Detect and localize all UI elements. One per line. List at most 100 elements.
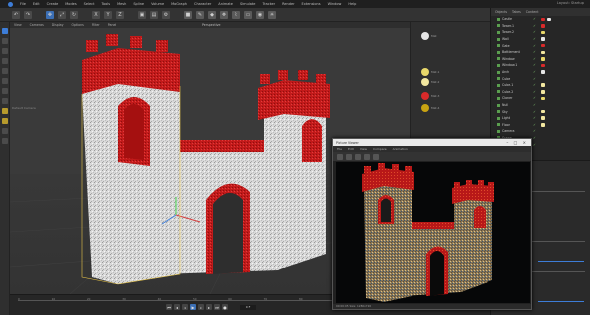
visible-check-icon[interactable]: ✓ (533, 57, 536, 61)
object-row[interactable]: Wall ✓ (491, 36, 590, 43)
visible-check-icon[interactable]: ✓ (533, 123, 536, 127)
object-row[interactable]: Cube ✓ (491, 75, 590, 82)
pv-zoom-icon[interactable] (364, 153, 370, 160)
visible-check-icon[interactable]: ✓ (533, 143, 536, 147)
record-icon[interactable]: ● (222, 304, 228, 310)
light-icon[interactable]: ☀ (268, 10, 276, 19)
cube-primitive-icon[interactable]: ■ (184, 10, 192, 19)
visible-check-icon[interactable]: ✓ (533, 110, 536, 114)
visible-check-icon[interactable]: ✓ (533, 63, 536, 67)
pv-menu-view[interactable]: View (360, 147, 367, 151)
visible-check-icon[interactable]: ✓ (533, 70, 536, 74)
menu-tracker[interactable]: Tracker (262, 2, 275, 6)
timeline-ruler[interactable]: 0 10 20 30 40 50 60 70 80 90 (18, 297, 338, 301)
menu-help[interactable]: Help (348, 2, 356, 6)
locked-workplane-icon[interactable] (1, 118, 8, 124)
snap-icon[interactable] (1, 98, 8, 104)
tab-objects[interactable]: Objects (495, 10, 507, 14)
menu-spline[interactable]: Spline (133, 2, 144, 6)
object-row[interactable]: Window ✓ (491, 56, 590, 63)
deformer-icon[interactable]: ⌇ (232, 10, 240, 19)
visible-check-icon[interactable]: ✓ (533, 116, 536, 120)
select-tool-icon[interactable] (1, 28, 8, 34)
menu-window[interactable]: Window (328, 2, 342, 6)
visible-check-icon[interactable]: ✓ (533, 83, 536, 87)
previous-key-icon[interactable]: ◂ (174, 304, 180, 310)
object-row[interactable]: Camera ✓ (491, 128, 590, 135)
material-swatch-1[interactable] (421, 68, 429, 76)
next-frame-icon[interactable]: ▹ (198, 304, 204, 310)
object-row[interactable]: Sky ✓ (491, 108, 590, 115)
visible-check-icon[interactable]: ✓ (533, 50, 536, 54)
model-mode-icon[interactable] (1, 68, 8, 74)
object-row[interactable]: Cube.1 ✓ (491, 82, 590, 89)
menu-render[interactable]: Render (282, 2, 294, 6)
pv-stop-icon[interactable] (346, 153, 352, 160)
rotate-tool-icon[interactable]: ↻ (70, 10, 78, 19)
floor-icon[interactable]: ▭ (244, 10, 252, 19)
redo-icon[interactable]: ↷ (24, 10, 32, 19)
subdivision-icon[interactable]: ◆ (208, 10, 216, 19)
material-swatch-0[interactable] (421, 32, 429, 40)
menu-extensions[interactable]: Extensions (302, 2, 321, 6)
material-swatch-4[interactable] (421, 104, 429, 112)
object-row[interactable]: Tower.2 ✓ (491, 29, 590, 36)
visible-check-icon[interactable]: ✓ (533, 24, 536, 28)
pv-menu-edit[interactable]: Edit (348, 147, 354, 151)
cloner-icon[interactable]: ❖ (220, 10, 228, 19)
visible-check-icon[interactable]: ✓ (533, 136, 536, 140)
visible-check-icon[interactable]: ✓ (533, 129, 536, 133)
pv-save-icon[interactable] (355, 153, 361, 160)
axis-mode-icon[interactable] (1, 88, 8, 94)
object-row[interactable]: Window.1 ✓ (491, 62, 590, 69)
render-settings-icon[interactable]: ⚙ (162, 10, 170, 19)
picture-viewer-titlebar[interactable]: Picture Viewer – □ × (333, 139, 531, 146)
render-picture-viewer-icon[interactable]: ▤ (150, 10, 158, 19)
polygons-mode-icon[interactable] (1, 58, 8, 64)
next-key-icon[interactable]: ▸ (206, 304, 212, 310)
menu-mograph[interactable]: MoGraph (171, 2, 187, 6)
workplane-icon[interactable] (1, 108, 8, 114)
attribute-slider[interactable] (538, 301, 584, 302)
pv-fit-icon[interactable] (373, 153, 379, 160)
object-row[interactable]: Arch ✓ (491, 69, 590, 76)
magnet-icon[interactable] (1, 138, 8, 144)
previous-frame-icon[interactable]: ◃ (182, 304, 188, 310)
pv-menu-animation[interactable]: Animation (393, 147, 408, 151)
move-tool-icon[interactable]: ✥ (46, 10, 54, 19)
object-row[interactable]: Floor ✓ (491, 122, 590, 129)
z-axis-icon[interactable]: Z (116, 10, 124, 19)
points-mode-icon[interactable] (1, 38, 8, 44)
render-view-icon[interactable]: ▣ (138, 10, 146, 19)
visible-check-icon[interactable]: ✓ (533, 90, 536, 94)
menu-simulate[interactable]: Simulate (240, 2, 255, 6)
solo-icon[interactable] (1, 128, 8, 134)
object-row[interactable]: Battlement ✓ (491, 49, 590, 56)
menu-animate[interactable]: Animate (218, 2, 233, 6)
menu-file[interactable]: File (20, 2, 26, 6)
object-row[interactable]: Cloner ✓ (491, 95, 590, 102)
menu-character[interactable]: Character (194, 2, 211, 6)
visible-check-icon[interactable]: ✓ (533, 37, 536, 41)
tab-takes[interactable]: Takes (512, 10, 521, 14)
menu-create[interactable]: Create (47, 2, 59, 6)
menu-modes[interactable]: Modes (65, 2, 76, 6)
object-row[interactable]: Cube.2 ✓ (491, 89, 590, 96)
attribute-slider[interactable] (538, 261, 584, 262)
menu-edit[interactable]: Edit (33, 2, 40, 6)
material-swatch-3[interactable] (421, 92, 429, 100)
menu-volume[interactable]: Volume (151, 2, 164, 6)
visible-check-icon[interactable]: ✓ (533, 103, 536, 107)
visible-check-icon[interactable]: ✓ (533, 96, 536, 100)
material-swatch-2[interactable] (421, 78, 429, 86)
visible-check-icon[interactable]: ✓ (533, 77, 536, 81)
visible-check-icon[interactable]: ✓ (533, 44, 536, 48)
visible-check-icon[interactable]: ✓ (533, 30, 536, 34)
menu-mesh[interactable]: Mesh (117, 2, 126, 6)
play-icon[interactable]: ▶ (190, 304, 196, 310)
object-row[interactable]: Null ✓ (491, 102, 590, 109)
visible-check-icon[interactable]: ✓ (533, 17, 536, 21)
pen-tool-icon[interactable]: ✎ (196, 10, 204, 19)
menu-select[interactable]: Select (84, 2, 95, 6)
texture-mode-icon[interactable] (1, 78, 8, 84)
